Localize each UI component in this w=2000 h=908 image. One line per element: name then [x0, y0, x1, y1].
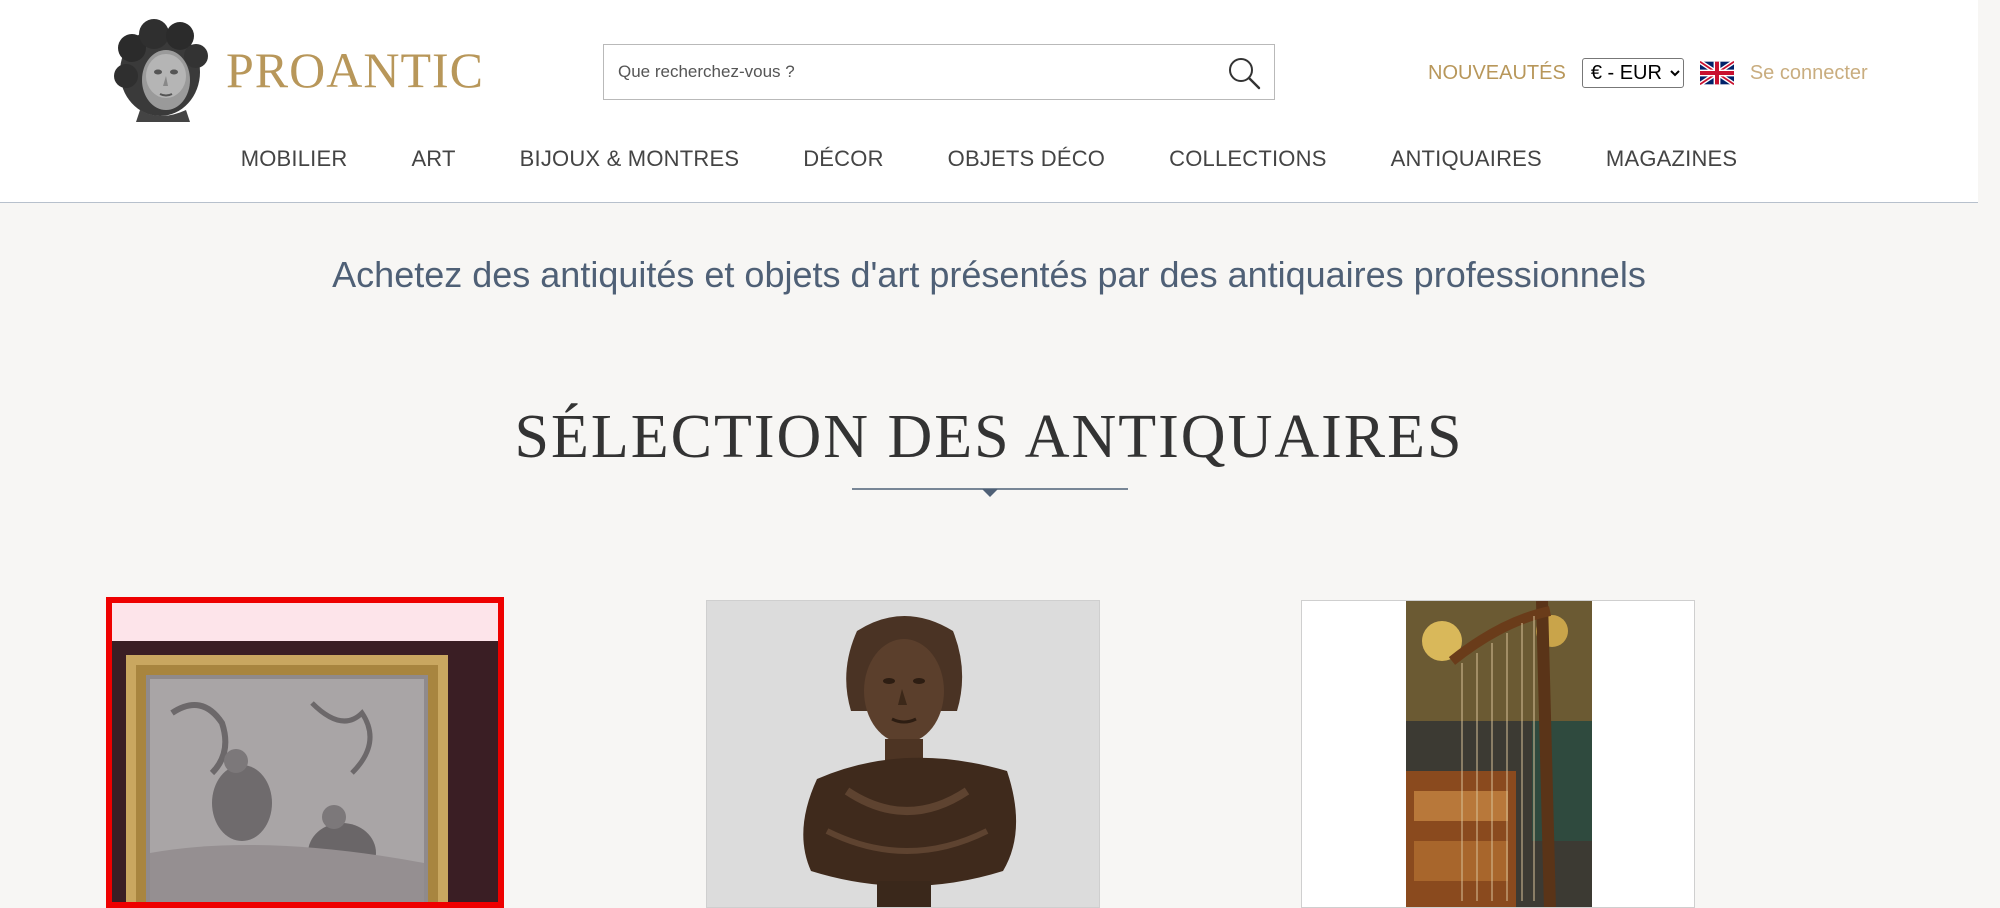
site-header: PROANTIC NOUVEAUTÉS € - EUR Se connecter	[0, 0, 1978, 203]
logo-link[interactable]: PROANTIC	[110, 18, 484, 122]
search-icon[interactable]	[1226, 55, 1262, 91]
search-input[interactable]	[604, 45, 1232, 99]
section-divider	[852, 488, 1128, 497]
uk-flag-icon[interactable]	[1699, 61, 1734, 85]
logo-head-icon	[114, 19, 208, 122]
nav-item-mobilier[interactable]: MOBILIER	[241, 146, 348, 172]
header-actions: NOUVEAUTÉS € - EUR Se connecter	[1428, 58, 1868, 88]
nav-item-decor[interactable]: DÉCOR	[803, 146, 883, 172]
nav-item-bijoux-montres[interactable]: BIJOUX & MONTRES	[520, 146, 740, 172]
nav-item-objets-deco[interactable]: OBJETS DÉCO	[948, 146, 1105, 172]
nav-item-antiquaires[interactable]: ANTIQUAIRES	[1391, 146, 1542, 172]
section-title: SÉLECTION DES ANTIQUAIRES	[514, 403, 1464, 471]
product-card-engraving[interactable]	[106, 597, 504, 908]
product-image-engraving	[112, 603, 498, 902]
search-box	[603, 44, 1275, 100]
login-link[interactable]: Se connecter	[1750, 62, 1868, 85]
logo-text: PROANTIC	[226, 42, 485, 98]
nav-item-collections[interactable]: COLLECTIONS	[1169, 146, 1326, 172]
nav-item-magazines[interactable]: MAGAZINES	[1606, 146, 1737, 172]
product-card-bronze-bust[interactable]	[706, 600, 1100, 908]
main-nav: MOBILIER ART BIJOUX & MONTRES DÉCOR OBJE…	[0, 146, 1978, 172]
hero-tagline: Achetez des antiquités et objets d'art p…	[332, 254, 1646, 295]
nav-item-art[interactable]: ART	[411, 146, 455, 172]
page: PROANTIC NOUVEAUTÉS € - EUR Se connecter	[0, 0, 1978, 908]
product-image-harp	[1302, 601, 1694, 907]
currency-select[interactable]: € - EUR	[1581, 58, 1684, 88]
product-image-bronze-bust	[707, 601, 1099, 907]
product-card-harp[interactable]	[1301, 600, 1695, 908]
nouveautes-link[interactable]: NOUVEAUTÉS	[1428, 62, 1566, 85]
